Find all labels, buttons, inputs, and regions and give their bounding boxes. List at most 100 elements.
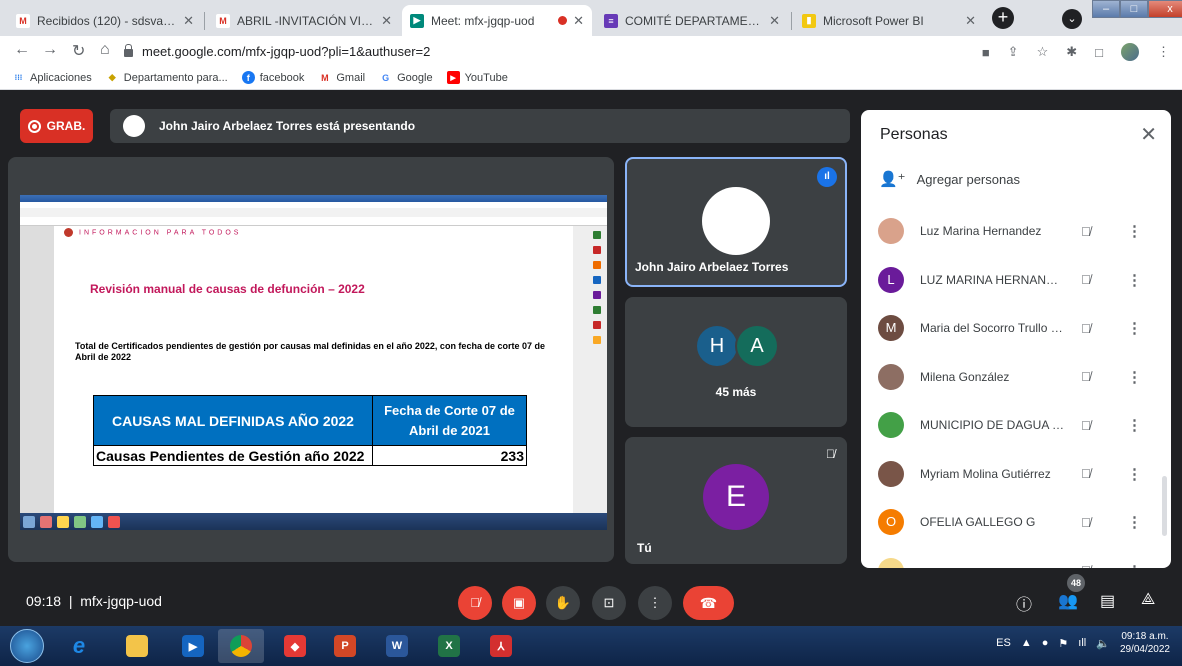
- close-panel-button[interactable]: ✕: [1140, 122, 1157, 147]
- taskbar-anydesk[interactable]: ◆: [272, 629, 318, 663]
- window-controls: – □ x: [1092, 0, 1182, 18]
- reload-icon[interactable]: ↻: [72, 41, 85, 61]
- participant-row[interactable]: MUNICIPIO DE DAGUA S... 🎙̸ ⋮: [861, 401, 1171, 450]
- more-options-icon[interactable]: ⋮: [1127, 416, 1142, 434]
- bookmark-youtube[interactable]: ▶ YouTube: [446, 71, 508, 84]
- participant-tile-group[interactable]: H A 45 más: [625, 297, 847, 427]
- leave-call-button[interactable]: ☎: [683, 586, 734, 620]
- tray-expand-icon[interactable]: ▲: [1021, 637, 1032, 649]
- more-options-icon[interactable]: ⋮: [1127, 222, 1142, 240]
- camera-icon[interactable]: ■: [982, 45, 990, 60]
- document-table: CAUSAS MAL DEFINIDAS AÑO 2022 Fecha de C…: [93, 395, 527, 466]
- participant-tile-presenter[interactable]: ıl John Jairo Arbelaez Torres: [625, 157, 847, 287]
- presenting-banner: John Jairo Arbelaez Torres está presenta…: [110, 109, 850, 143]
- participant-avatar: [878, 412, 904, 439]
- profile-avatar-icon[interactable]: [1121, 43, 1139, 61]
- volume-icon[interactable]: 🔈: [1096, 637, 1110, 650]
- document-margin-left: [20, 226, 54, 513]
- activities-icon[interactable]: ⟁: [1141, 591, 1155, 609]
- bookmark-gmail[interactable]: M Gmail: [318, 71, 365, 84]
- taskbar-word[interactable]: W: [374, 629, 420, 663]
- screen-share-tile[interactable]: INFORMACION PARA TODOS Revisión manual d…: [8, 157, 614, 562]
- new-tab-button[interactable]: +: [992, 7, 1014, 29]
- side-panel-icon[interactable]: □: [1095, 45, 1103, 60]
- share-icon[interactable]: ⇪: [1008, 44, 1019, 60]
- mic-toggle-button[interactable]: 🎙̸: [458, 586, 492, 620]
- more-options-icon[interactable]: ⋮: [1127, 319, 1142, 337]
- tab-gmail-invitation[interactable]: M ABRIL -INVITACIÓN VIRTUAL A ✕: [208, 5, 400, 36]
- participant-row[interactable]: Luz Marina Hernandez 🎙̸ ⋮: [861, 207, 1171, 256]
- bookmark-apps[interactable]: ⁝⁝⁝ Aplicaciones: [12, 71, 92, 84]
- present-button[interactable]: ⊡: [592, 586, 626, 620]
- close-icon[interactable]: ✕: [965, 13, 976, 29]
- tab-title: Meet: mfx-jgqp-uod: [431, 13, 535, 28]
- more-options-button[interactable]: ⋮: [638, 586, 672, 620]
- add-people-button[interactable]: 👤⁺ Agregar personas: [879, 170, 1020, 188]
- taskbar-excel[interactable]: X: [426, 629, 472, 663]
- bookmark-google[interactable]: G Google: [379, 71, 433, 84]
- taskbar-media[interactable]: ▶: [170, 629, 216, 663]
- address-bar[interactable]: meet.google.com/mfx-jgqp-uod?pli=1&authu…: [124, 39, 1024, 63]
- tab-divider: [204, 12, 205, 30]
- meeting-time: 09:18: [26, 593, 62, 609]
- extensions-icon[interactable]: ✱: [1066, 44, 1077, 60]
- participant-row[interactable]: M Maria del Socorro Trullo E... 🎙̸ ⋮: [861, 304, 1171, 353]
- more-options-icon[interactable]: ⋮: [1127, 465, 1142, 483]
- taskbar-ie[interactable]: e: [56, 629, 102, 663]
- more-options-icon[interactable]: ⋮: [1127, 368, 1142, 386]
- forward-icon[interactable]: →: [42, 41, 58, 59]
- tab-powerbi[interactable]: ▮ Microsoft Power BI ✕: [794, 5, 984, 36]
- close-icon[interactable]: ✕: [381, 13, 392, 29]
- recording-badge[interactable]: GRAB.: [20, 109, 93, 143]
- chat-icon[interactable]: ▤: [1100, 591, 1115, 611]
- tab-forms[interactable]: ≡ COMITÉ DEPARTAMENTAL DE ✕: [596, 5, 788, 36]
- taskbar-clock[interactable]: 09:18 a.m. 29/04/2022: [1120, 630, 1170, 656]
- kebab-menu-icon[interactable]: ⋮: [1157, 44, 1170, 60]
- taskbar-chrome[interactable]: [218, 629, 264, 663]
- document-margin-right: [573, 226, 607, 513]
- more-options-icon[interactable]: ⋮: [1127, 562, 1142, 568]
- participant-row[interactable]: L LUZ MARINA HERNANDE... 🎙̸ ⋮: [861, 256, 1171, 305]
- window-close-button[interactable]: x: [1148, 0, 1182, 18]
- participant-tile-self[interactable]: 🎙̸ E Tú: [625, 437, 847, 564]
- tab-divider: [791, 12, 792, 30]
- chevron-down-icon[interactable]: ⌄: [1062, 9, 1082, 29]
- camera-toggle-button[interactable]: ▣: [502, 586, 536, 620]
- record-icon: [27, 119, 41, 133]
- participant-row[interactable]: 🎙̸ ⋮: [861, 547, 1171, 568]
- participant-avatar: M: [878, 315, 904, 342]
- taskbar-explorer[interactable]: [114, 629, 160, 663]
- shared-screen: INFORMACION PARA TODOS Revisión manual d…: [20, 195, 607, 530]
- info-icon[interactable]: ⓘ: [1016, 591, 1032, 615]
- taskbar-powerpoint[interactable]: P: [322, 629, 368, 663]
- more-participants-label: 45 más: [715, 385, 757, 399]
- participant-row[interactable]: Milena González 🎙̸ ⋮: [861, 353, 1171, 402]
- bookmark-departamento[interactable]: ◆ Departamento para...: [106, 71, 228, 84]
- table-header-cell: Fecha de Corte 07 de Abril de 2021: [372, 395, 527, 446]
- taskbar-acrobat[interactable]: ⅄: [478, 629, 524, 663]
- start-button[interactable]: [10, 629, 44, 663]
- more-options-icon[interactable]: ⋮: [1127, 513, 1142, 531]
- tray-app-icon[interactable]: ●: [1042, 637, 1049, 649]
- close-icon[interactable]: ✕: [183, 13, 194, 29]
- bookmark-facebook[interactable]: f facebook: [241, 71, 304, 84]
- close-icon[interactable]: ✕: [769, 13, 780, 29]
- bookmark-star-icon[interactable]: ☆: [1037, 44, 1049, 60]
- back-icon[interactable]: ←: [14, 41, 30, 59]
- panel-scrollbar[interactable]: [1162, 476, 1167, 536]
- more-options-icon[interactable]: ⋮: [1127, 271, 1142, 289]
- home-icon[interactable]: ⌂: [100, 41, 110, 59]
- minimize-button[interactable]: –: [1092, 0, 1120, 18]
- raise-hand-button[interactable]: ✋: [546, 586, 580, 620]
- language-indicator[interactable]: ES: [996, 637, 1011, 649]
- maximize-button[interactable]: □: [1120, 0, 1148, 18]
- participant-row[interactable]: Myriam Molina Gutiérrez 🎙̸ ⋮: [861, 450, 1171, 499]
- tab-gmail-inbox[interactable]: M Recibidos (120) - sdsvalle.ee.v ✕: [8, 5, 202, 36]
- tab-meet[interactable]: ▶ Meet: mfx-jgqp-uod ✕: [402, 5, 592, 36]
- people-icon[interactable]: 👥: [1058, 591, 1078, 611]
- tab-title: Microsoft Power BI: [823, 13, 924, 28]
- participant-row[interactable]: O OFELIA GALLEGO G 🎙̸ ⋮: [861, 498, 1171, 547]
- flag-icon[interactable]: ⚑: [1058, 637, 1068, 650]
- close-icon[interactable]: ✕: [573, 13, 584, 29]
- network-icon[interactable]: ıll: [1078, 637, 1086, 649]
